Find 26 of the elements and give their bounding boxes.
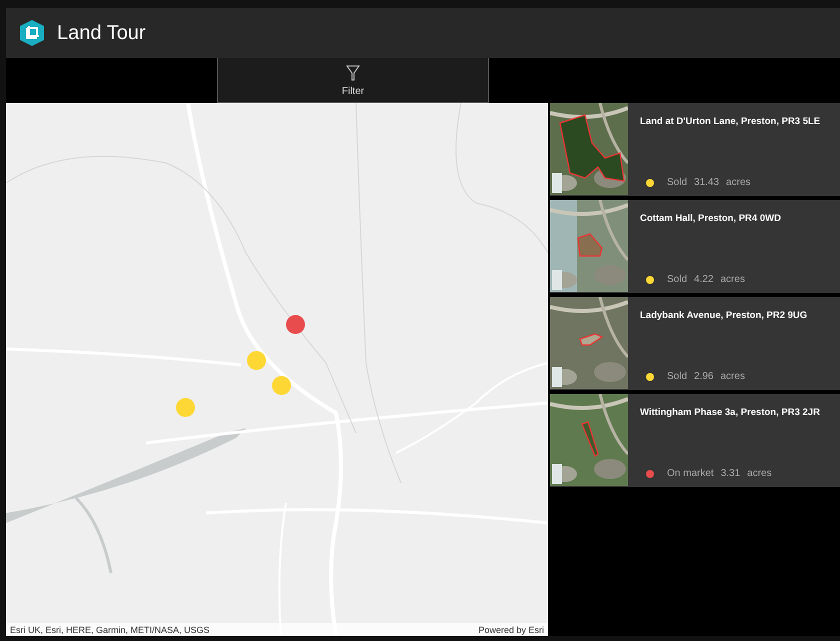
acreage-unit: acres bbox=[720, 274, 745, 285]
site-acreage: 4.22 bbox=[694, 274, 714, 285]
site-title: Wittingham Phase 3a, Preston, PR3 2JR bbox=[640, 407, 820, 418]
site-title: Cottam Hall, Preston, PR4 0WD bbox=[640, 213, 781, 224]
site-status: Sold bbox=[667, 274, 688, 285]
site-status: Sold bbox=[667, 177, 688, 188]
filter-icon bbox=[346, 64, 360, 82]
app-logo-icon bbox=[19, 19, 45, 47]
site-title: Ladybank Avenue, Preston, PR2 9UG bbox=[640, 310, 808, 321]
site-card[interactable]: Land at D'Urton Lane, Preston, PR3 5LE Sold 31.43 acres bbox=[550, 103, 840, 196]
map-attribution: Esri UK, Esri, HERE, Garmin, METI/NASA, USGS bbox=[10, 624, 210, 634]
site-acreage: 31.43 bbox=[694, 177, 720, 188]
site-card[interactable]: Ladybank Avenue, Preston, PR2 9UG Sold 2.96 acres bbox=[550, 297, 840, 390]
acreage-unit: acres bbox=[720, 371, 745, 382]
site-status: Sold bbox=[667, 371, 688, 382]
site-title: Land at D'Urton Lane, Preston, PR3 5LE bbox=[640, 116, 820, 127]
site-acreage: 2.96 bbox=[694, 371, 714, 382]
filter-button[interactable]: Filter bbox=[217, 58, 489, 103]
app-title: Land Tour bbox=[57, 22, 146, 44]
acreage-unit: acres bbox=[726, 177, 750, 188]
site-acreage: 3.31 bbox=[720, 468, 740, 479]
site-card[interactable]: Wittingham Phase 3a, Preston, PR3 2JR On market 3.31 acres bbox=[550, 394, 840, 487]
site-status: On market bbox=[667, 468, 714, 479]
powered-by-text: Powered by Esri bbox=[478, 624, 544, 634]
site-card[interactable]: Cottam Hall, Preston, PR4 0WD Sold 4.22 acres bbox=[550, 200, 840, 293]
acreage-unit: acres bbox=[747, 468, 772, 479]
